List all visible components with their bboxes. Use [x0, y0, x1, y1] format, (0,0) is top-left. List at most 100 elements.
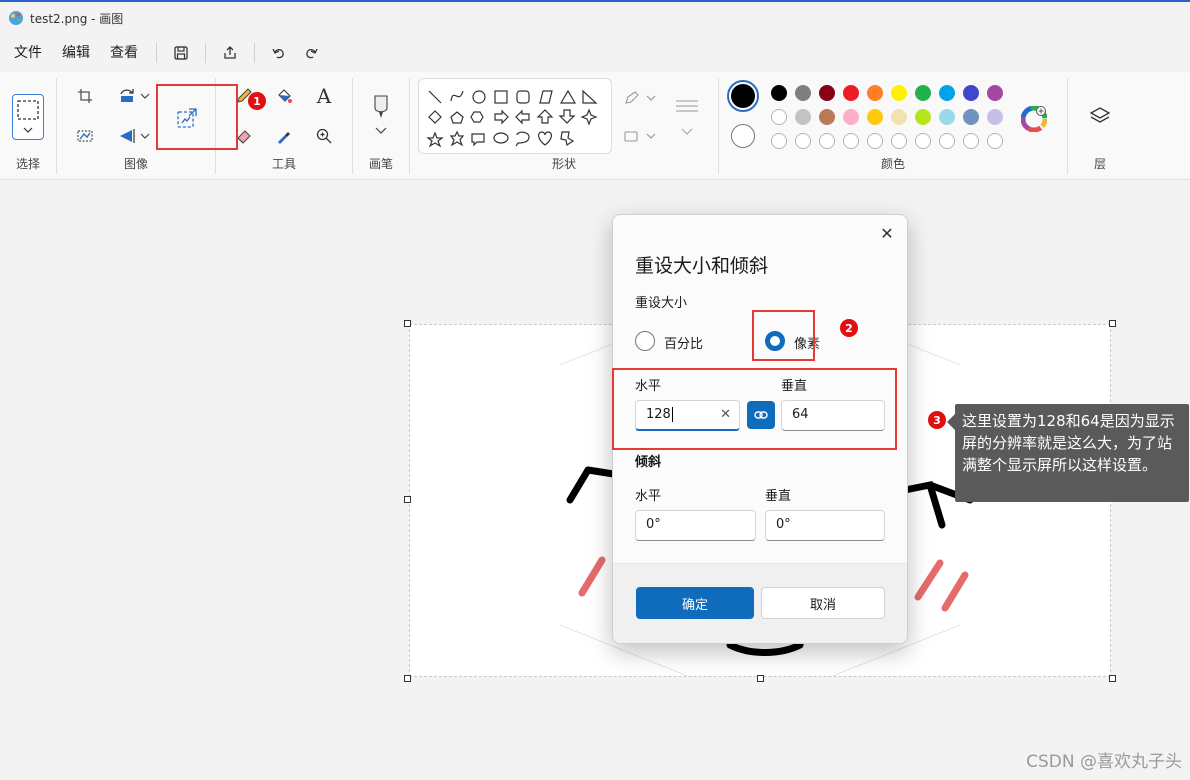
crop-icon[interactable] — [71, 82, 99, 110]
menu-bar: 文件 编辑 查看 — [0, 34, 1190, 72]
ok-button[interactable]: 确定 — [636, 587, 754, 619]
dialog-footer: 确定 取消 — [613, 563, 907, 643]
select-button[interactable] — [12, 94, 44, 140]
resize-handle-bottom-middle[interactable] — [757, 675, 764, 682]
resize-handle-bottom-left[interactable] — [404, 675, 411, 682]
palette-swatch[interactable] — [915, 109, 931, 125]
custom-color-slot[interactable] — [891, 133, 907, 149]
menu-view[interactable]: 查看 — [100, 38, 148, 68]
highlight-pixels-option — [752, 310, 815, 361]
secondary-color-swatch[interactable] — [731, 124, 755, 148]
primary-color-swatch[interactable] — [727, 80, 759, 112]
remove-background-icon[interactable] — [71, 122, 99, 150]
magnifier-icon[interactable] — [310, 122, 338, 150]
group-label-layers: 层 — [1093, 157, 1106, 171]
palette-swatch[interactable] — [867, 85, 883, 101]
palette-swatch[interactable] — [987, 85, 1003, 101]
dialog-title: 重设大小和倾斜 — [635, 255, 769, 277]
redo-icon[interactable] — [295, 38, 327, 68]
custom-color-slot[interactable] — [987, 133, 1003, 149]
callout-arrow — [947, 414, 955, 430]
cancel-button[interactable]: 取消 — [761, 587, 885, 619]
radio-percent-label: 百分比 — [664, 337, 704, 352]
share-icon[interactable] — [214, 38, 246, 68]
custom-color-slot[interactable] — [939, 133, 955, 149]
group-label-colors: 颜色 — [880, 157, 905, 171]
palette-swatch[interactable] — [819, 109, 835, 125]
layers-icon[interactable] — [1086, 102, 1114, 130]
save-icon[interactable] — [165, 38, 197, 68]
custom-color-slot[interactable] — [819, 133, 835, 149]
group-label-shapes: 形状 — [551, 157, 576, 171]
palette-swatch[interactable] — [795, 109, 811, 125]
watermark: CSDN @喜欢丸子头 — [1026, 752, 1182, 772]
brush-icon[interactable] — [367, 92, 395, 138]
color-picker-icon[interactable] — [270, 122, 298, 150]
palette-swatch[interactable] — [915, 85, 931, 101]
custom-color-slot[interactable] — [915, 133, 931, 149]
shapes-gallery[interactable] — [418, 78, 612, 154]
palette-swatch[interactable] — [843, 109, 859, 125]
resize-handle-bottom-right[interactable] — [1109, 675, 1116, 682]
menu-file[interactable]: 文件 — [4, 38, 52, 68]
edit-colors-icon[interactable] — [1020, 105, 1048, 133]
undo-icon[interactable] — [263, 38, 295, 68]
group-label-tools: 工具 — [271, 157, 296, 171]
skew-horizontal-label: 水平 — [635, 489, 662, 504]
shape-icons — [426, 89, 598, 148]
line-style-icon[interactable] — [672, 94, 702, 140]
ribbon: 选择 图像 A 工具 画笔 形状 颜色 层 1 — [0, 72, 1190, 180]
custom-color-slot[interactable] — [771, 133, 787, 149]
custom-color-slot[interactable] — [867, 133, 883, 149]
annotation-note: 这里设置为128和64是因为显示屏的分辨率就是这么大，为了站满整个显示屏所以这样… — [955, 404, 1189, 502]
palette-swatch[interactable] — [771, 85, 787, 101]
step-badge-3: 3 — [928, 411, 946, 429]
resize-handle-middle-left[interactable] — [404, 496, 411, 503]
menu-divider — [156, 43, 157, 63]
menu-divider — [205, 43, 206, 63]
layers-group: 层 — [1068, 72, 1132, 180]
palette-swatch[interactable] — [819, 85, 835, 101]
custom-color-slot[interactable] — [963, 133, 979, 149]
resize-section-label: 重设大小 — [635, 296, 688, 311]
select-group: 选择 — [0, 72, 56, 180]
resize-handle-top-left[interactable] — [404, 320, 411, 327]
custom-color-slot[interactable] — [795, 133, 811, 149]
chevron-down-icon[interactable] — [137, 122, 153, 150]
window-title: test2.png - 画图 — [30, 11, 124, 26]
palette-swatch[interactable] — [843, 85, 859, 101]
palette-swatch[interactable] — [939, 109, 955, 125]
select-rectangle-icon — [17, 100, 39, 133]
palette-swatch[interactable] — [963, 85, 979, 101]
highlight-resize-button — [156, 84, 238, 150]
palette-swatch[interactable] — [987, 109, 1003, 125]
skew-horizontal-input[interactable]: 0° — [635, 510, 756, 541]
group-label-image: 图像 — [123, 157, 148, 171]
palette-swatch[interactable] — [891, 85, 907, 101]
group-label-select: 选择 — [15, 157, 40, 171]
palette-swatch[interactable] — [867, 109, 883, 125]
palette-swatch[interactable] — [771, 109, 787, 125]
menu-edit[interactable]: 编辑 — [52, 38, 100, 68]
chevron-down-icon[interactable] — [137, 82, 153, 110]
fill-bucket-icon[interactable] — [270, 82, 298, 110]
primary-color-fill — [731, 84, 755, 108]
resize-handle-top-right[interactable] — [1109, 320, 1116, 327]
shape-outline-icon[interactable] — [622, 84, 658, 112]
group-label-brush: 画笔 — [368, 157, 393, 171]
paint-app-icon — [9, 11, 23, 25]
title-bar: test2.png - 画图 — [0, 0, 1190, 34]
palette-swatch[interactable] — [963, 109, 979, 125]
colors-group: 颜色 — [719, 72, 1067, 180]
shapes-group: 形状 — [410, 72, 718, 180]
close-icon[interactable]: ✕ — [875, 221, 899, 245]
palette-swatch[interactable] — [939, 85, 955, 101]
highlight-resize-fields — [612, 368, 897, 450]
palette-swatch[interactable] — [891, 109, 907, 125]
shape-fill-icon[interactable] — [622, 122, 658, 150]
palette-swatch[interactable] — [795, 85, 811, 101]
text-tool-icon[interactable]: A — [310, 82, 338, 110]
skew-vertical-input[interactable]: 0° — [765, 510, 885, 541]
custom-color-slot[interactable] — [843, 133, 859, 149]
radio-percent[interactable] — [635, 331, 655, 351]
